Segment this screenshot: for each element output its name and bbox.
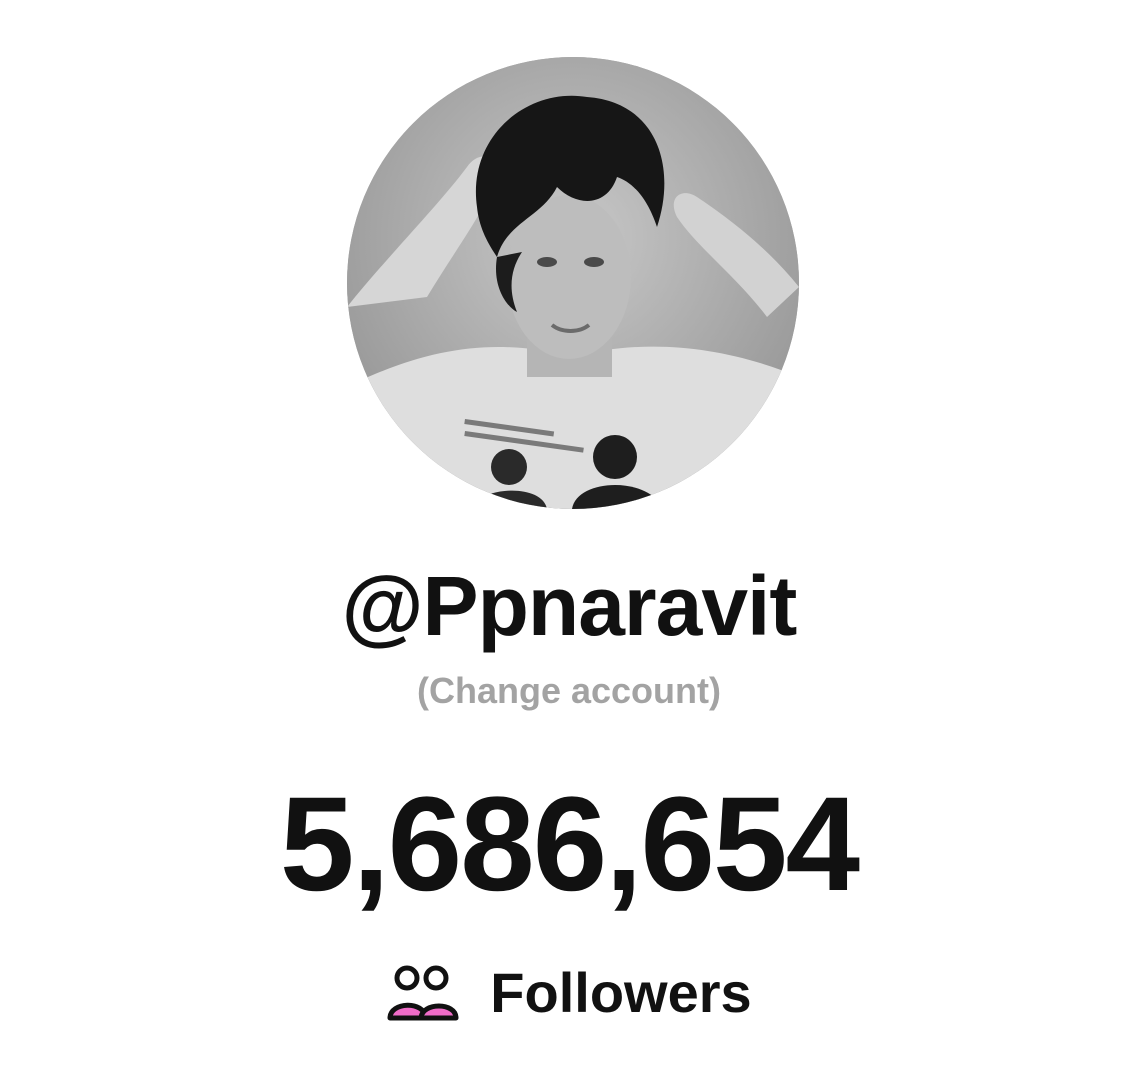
follower-count: 5,686,654 <box>279 770 860 919</box>
change-account-link[interactable]: (Change account) <box>0 668 1138 714</box>
followers-label-row: Followers <box>0 955 1138 1031</box>
username: @Ppnaravit <box>341 559 798 653</box>
follower-count-page: @Ppnaravit (Change account) 5,686,654 Fo… <box>0 0 1138 1065</box>
people-icon <box>386 962 460 1024</box>
avatar-photo <box>347 57 799 509</box>
avatar <box>347 57 799 509</box>
followers-label: Followers <box>490 961 752 1024</box>
